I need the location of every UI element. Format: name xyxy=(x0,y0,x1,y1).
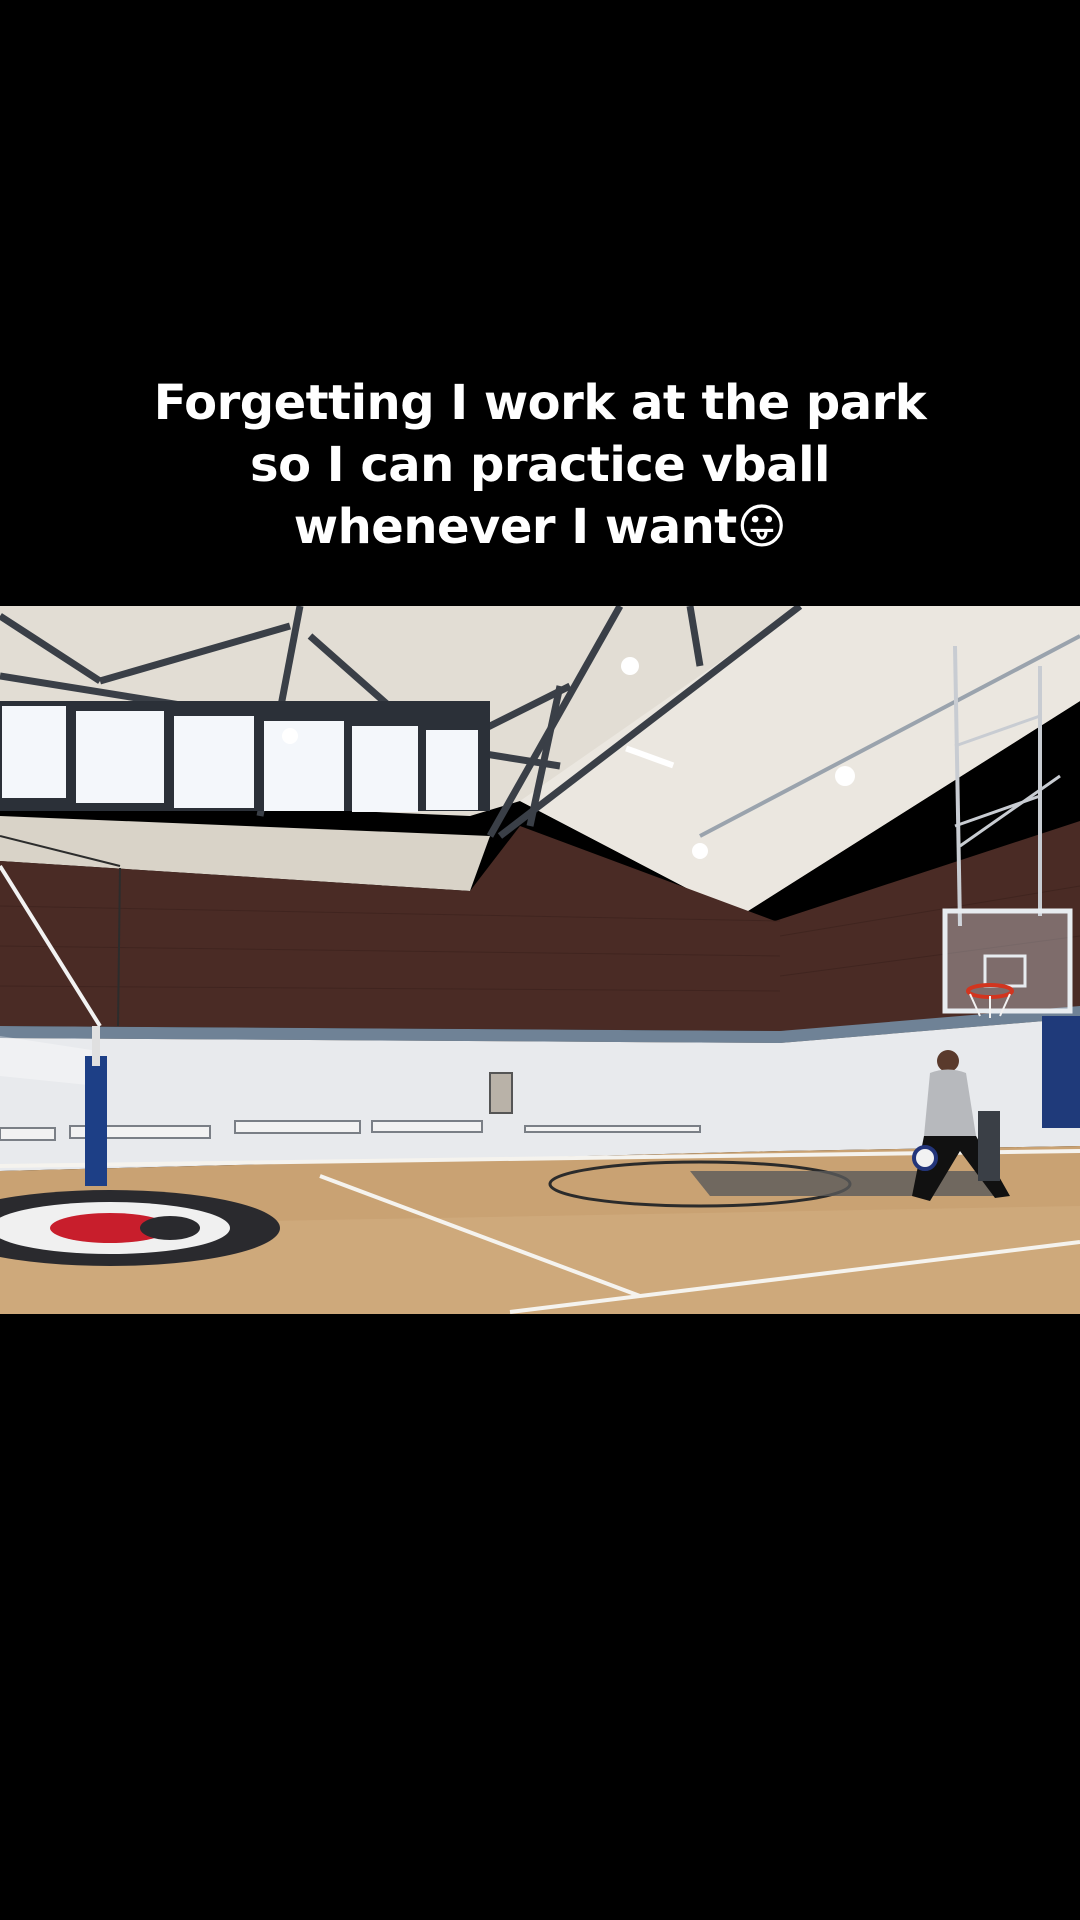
caption-line-3: whenever I want😛 xyxy=(293,499,787,555)
gym-scene xyxy=(0,606,1080,1314)
caption: Forgetting I work at the park so I can p… xyxy=(0,372,1080,558)
caption-line-2: so I can practice vball xyxy=(250,437,831,493)
video-frame[interactable] xyxy=(0,606,1080,1314)
caption-line-1: Forgetting I work at the park xyxy=(153,375,927,431)
clerestory-windows xyxy=(0,701,490,812)
volleyball xyxy=(912,1145,938,1171)
